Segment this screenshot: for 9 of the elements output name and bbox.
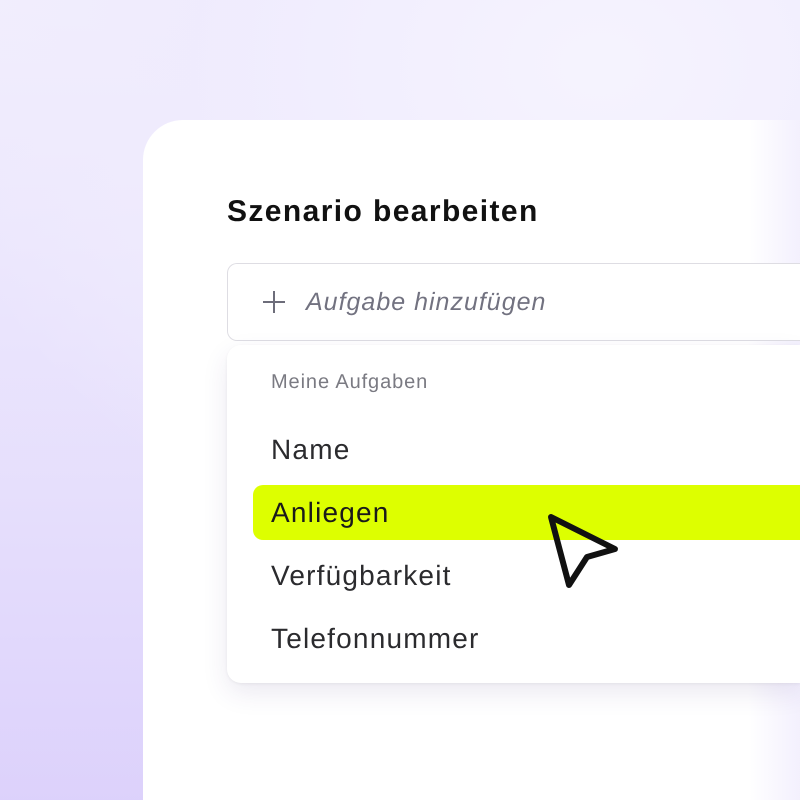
plus-icon bbox=[262, 290, 286, 314]
dropdown-item[interactable]: Verfügbarkeit bbox=[253, 548, 800, 603]
editor-title: Szenario bearbeiten bbox=[227, 194, 539, 230]
add-task-field[interactable]: Aufgabe hinzufügen bbox=[227, 263, 800, 341]
pointer-cursor-icon bbox=[546, 512, 620, 590]
dropdown-item[interactable]: Name bbox=[253, 422, 800, 477]
dropdown-item[interactable]: Anliegen bbox=[253, 485, 800, 540]
dropdown-heading: Meine Aufgaben bbox=[271, 370, 428, 394]
dropdown-item[interactable]: Telefonnummer bbox=[253, 611, 800, 666]
